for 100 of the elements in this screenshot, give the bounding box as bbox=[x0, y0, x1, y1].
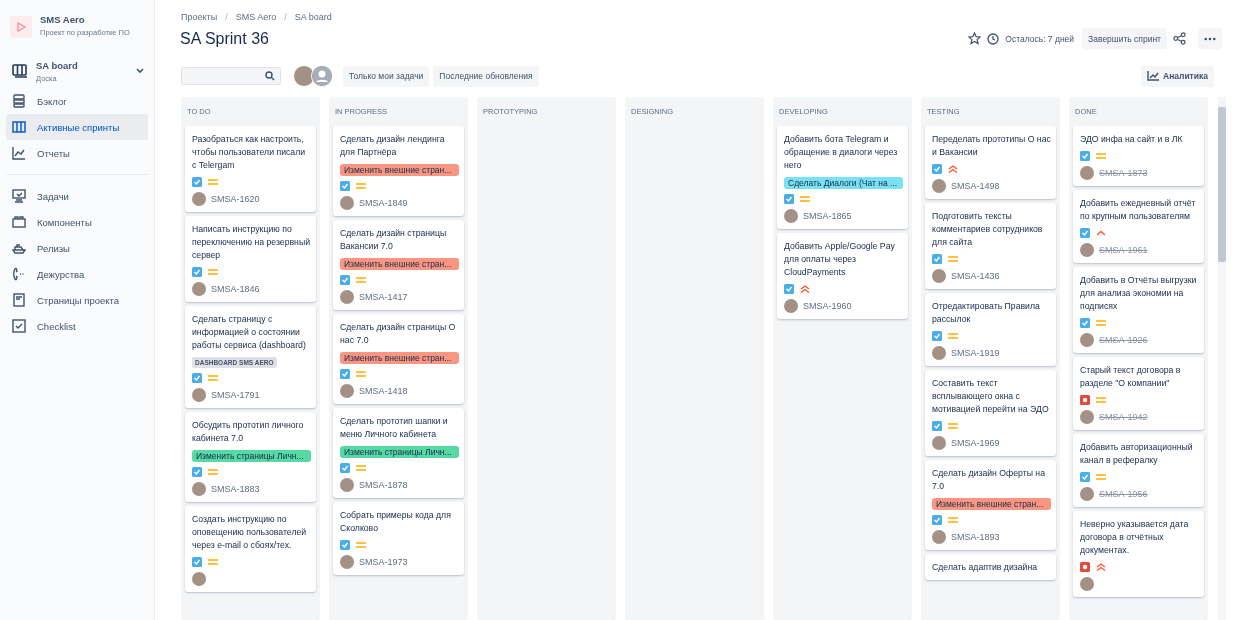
scrollbar-thumb[interactable] bbox=[1218, 107, 1226, 262]
sidebar-item[interactable]: Задачи bbox=[6, 183, 148, 209]
more-button[interactable] bbox=[1198, 28, 1222, 49]
issue-key[interactable]: SMSA-1620 bbox=[211, 194, 260, 204]
issue-summary: Создать инструкцию по оповещению пользователей через e-mail о сбоях/тех. bbox=[192, 513, 308, 552]
issue-key[interactable]: SMSA-1973 bbox=[359, 557, 408, 567]
assignee-avatar bbox=[192, 192, 206, 206]
issue-key[interactable]: SMSA-1969 bbox=[951, 438, 1000, 448]
sidebar-item[interactable]: Отчеты bbox=[6, 140, 148, 166]
issue-card[interactable]: Переделать прототипы О нас и Вакансии SMSA-1498 bbox=[925, 126, 1056, 199]
issue-key[interactable]: SMSA-1878 bbox=[359, 480, 408, 490]
assignee-avatar bbox=[1080, 166, 1094, 180]
issue-card[interactable]: Собрать примеры кода для Сколково SMSA-1973 bbox=[333, 502, 464, 575]
reports-icon bbox=[12, 146, 26, 160]
issue-key[interactable]: SMSA-1791 bbox=[211, 390, 260, 400]
issue-key[interactable]: SMSA-1865 bbox=[803, 211, 852, 221]
board-icon bbox=[12, 63, 28, 79]
issue-card[interactable]: Сделать дизайн лендинга для Партнёра Изменить внешние стран... SMSA-1849 bbox=[333, 126, 464, 216]
insights-button[interactable]: Аналитика bbox=[1141, 65, 1214, 87]
issue-key[interactable]: SMSA-1436 bbox=[951, 271, 1000, 281]
issue-summary: Добавить Apple/Google Pay для оплаты через CloudPayments bbox=[784, 240, 896, 279]
sidebar-item[interactable]: Страницы проекта bbox=[6, 287, 148, 313]
issue-card[interactable]: Сделать дизайн Оферты на 7.0 Изменить внешние стран... SMSA-1893 bbox=[925, 460, 1056, 550]
sidebar-item[interactable]: Активные спринты bbox=[6, 114, 148, 140]
assignee-avatar bbox=[192, 482, 206, 496]
project-logo-icon bbox=[10, 16, 32, 38]
issue-card[interactable]: Подготовить тексты комментариев сотрудников для сайта SMSA-1436 bbox=[925, 203, 1056, 289]
issue-summary: Добавить в Отчёты выгрузки для анализа экономии на подписях bbox=[1080, 274, 1198, 313]
issue-card[interactable]: Отредактировать Правила рассылок SMSA-1919 bbox=[925, 293, 1056, 366]
issue-key[interactable]: SMSA-1883 bbox=[211, 484, 260, 494]
user-icon[interactable] bbox=[311, 65, 333, 87]
complete-sprint-button[interactable]: Завершить спринт bbox=[1082, 28, 1167, 49]
issue-card[interactable]: Сделать дизайн страницы Вакансии 7.0 Изменить внешние стран... SMSA-1417 bbox=[333, 220, 464, 310]
more-icon bbox=[1204, 36, 1216, 41]
chevron-down-icon bbox=[136, 68, 144, 74]
issue-summary: Составить текст всплывающего окна с мотивацией перейти на ЭДО bbox=[932, 377, 1050, 416]
star-icon[interactable] bbox=[968, 32, 982, 45]
issue-card[interactable]: Написать инструкцию по переключению на резервный сервер SMSA-1846 bbox=[185, 216, 316, 302]
breadcrumb-link[interactable]: Проекты bbox=[181, 12, 218, 22]
issue-card[interactable]: Сделать прототип шапки и меню Личного кабинета Изменить страницы Личн... SMSA-1878 bbox=[333, 408, 464, 498]
breadcrumb-link[interactable]: SA board bbox=[294, 12, 332, 22]
sidebar-item[interactable]: Релизы bbox=[6, 235, 148, 261]
quick-filter-button[interactable]: Только мои задачи bbox=[343, 65, 430, 87]
scrollbar[interactable] bbox=[1218, 97, 1226, 620]
issue-card[interactable]: Сделать адаптив дизайна bbox=[925, 554, 1056, 580]
assignee-avatar bbox=[932, 269, 946, 283]
issue-card[interactable]: Добавить Apple/Google Pay для оплаты через CloudPayments SMSA-1960 bbox=[777, 233, 908, 319]
assignee-avatar bbox=[784, 299, 798, 313]
issue-key[interactable]: SMSA-1498 bbox=[951, 181, 1000, 191]
search-icon bbox=[265, 71, 275, 81]
issue-card[interactable]: Добавить в Отчёты выгрузки для анализа экономии на подписях SMSA-1926 bbox=[1073, 267, 1204, 353]
breadcrumb-link[interactable]: SMS Aero bbox=[235, 12, 277, 22]
issue-card[interactable]: Старый текст договора в разделе "О компании" SMSA-1942 bbox=[1073, 357, 1204, 430]
issue-key[interactable]: SMSA-1846 bbox=[211, 284, 260, 294]
sidebar-item[interactable]: Checklist bbox=[6, 313, 148, 339]
issue-card[interactable]: Разобраться как настроить, чтобы пользователи писали с Telergam SMSA-1620 bbox=[185, 126, 316, 212]
issue-key[interactable]: SMSA-1849 bbox=[359, 198, 408, 208]
sidebar-item[interactable]: Бэклог bbox=[6, 88, 148, 114]
issue-card[interactable]: Добавить авторизационный канал в рефералку SMSA-1956 bbox=[1073, 434, 1204, 507]
assignee-avatar bbox=[340, 384, 354, 398]
assignee-avatar bbox=[340, 478, 354, 492]
issue-key[interactable]: SMSA-1418 bbox=[359, 386, 408, 396]
assignee-avatar bbox=[1080, 243, 1094, 257]
issue-card[interactable]: Обсудить прототип личного кабинета 7.0 Изменить страницы Личн... SMSA-1883 bbox=[185, 412, 316, 502]
avatar[interactable] bbox=[293, 65, 315, 87]
assignee-avatar bbox=[932, 436, 946, 450]
issue-key[interactable]: SMSA-1417 bbox=[359, 292, 408, 302]
components-icon bbox=[12, 215, 26, 229]
assignee-avatar bbox=[340, 196, 354, 210]
checklist-icon bbox=[12, 319, 26, 333]
issue-summary: ЭДО инфа на сайт и в ЛК bbox=[1080, 133, 1184, 146]
breadcrumb-separator: / bbox=[224, 12, 229, 22]
chart-icon bbox=[1147, 71, 1159, 81]
quick-filter-button[interactable]: Последние обновления bbox=[433, 65, 539, 87]
issue-key[interactable]: SMSA-1893 bbox=[951, 532, 1000, 542]
issue-card[interactable]: Добавить ежедневный отчёт по крупным пользователям SMSA-1961 bbox=[1073, 190, 1204, 263]
assignee-avatar bbox=[1080, 577, 1094, 591]
issue-summary: Добавить бота Telegram и обращение в диалоги через него bbox=[784, 133, 899, 172]
issue-summary: Сделать дизайн страницы О нас 7.0 bbox=[340, 321, 457, 347]
assignee-avatar bbox=[1080, 487, 1094, 501]
assignee-avatar bbox=[192, 282, 206, 296]
issue-summary: Подготовить тексты комментариев сотрудников для сайта bbox=[932, 210, 1044, 249]
issue-card[interactable]: Создать инструкцию по оповещению пользователей через e-mail о сбоях/тех. bbox=[185, 506, 316, 592]
issue-summary: Сделать дизайн лендинга для Партнёра bbox=[340, 133, 446, 159]
sidebar-item[interactable]: Компоненты bbox=[6, 209, 148, 235]
issue-card[interactable]: Неверно указывается дата договора в отчётных документах. bbox=[1073, 511, 1204, 597]
issue-key[interactable]: SMSA-1960 bbox=[803, 301, 852, 311]
releases-icon bbox=[12, 241, 26, 255]
sidebar-item[interactable]: Дежурства bbox=[6, 261, 148, 287]
assignee-avatar bbox=[192, 572, 206, 586]
search-field[interactable] bbox=[181, 67, 281, 85]
issue-key[interactable]: SMSA-1919 bbox=[951, 348, 1000, 358]
issue-card[interactable]: Добавить бота Telegram и обращение в диалоги через него Сделать Диалоги (Чат на ... SMSA-1865 bbox=[777, 126, 908, 229]
share-icon[interactable] bbox=[1173, 32, 1186, 45]
assignee-avatar bbox=[932, 530, 946, 544]
issue-card[interactable]: Сделать дизайн страницы О нас 7.0 Изменить внешние стран... SMSA-1418 bbox=[333, 314, 464, 404]
project-name: SMS Aero bbox=[40, 14, 86, 25]
issue-card[interactable]: ЭДО инфа на сайт и в ЛК SMSA-1873 bbox=[1073, 126, 1204, 186]
issue-summary: Сделать дизайн Оферты на 7.0 bbox=[932, 467, 1046, 493]
issue-card[interactable]: Составить текст всплывающего окна с мотивацией перейти на ЭДО SMSA-1969 bbox=[925, 370, 1056, 456]
